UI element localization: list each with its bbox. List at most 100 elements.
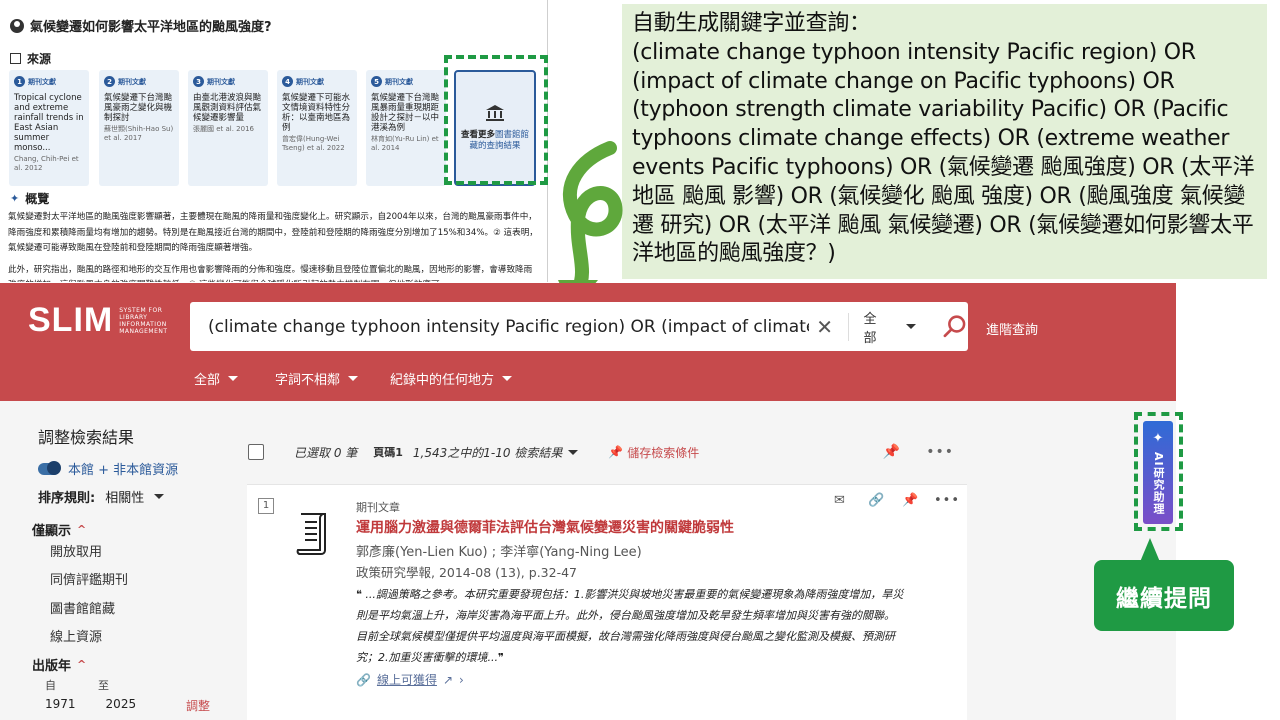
filter-label: 紀錄中的任何地方 [390, 373, 495, 388]
sources-heading-label: 來源 [27, 52, 52, 66]
result-title[interactable]: 運用腦力激盪與德爾菲法評估台灣氣候變遷災害的關鍵脆弱性 [356, 517, 734, 537]
search-input[interactable]: (climate change typhoon intensity Pacifi… [208, 317, 809, 337]
document-icon [10, 53, 21, 64]
source-author: 蘇世顥(Shih-Hao Su) et al. 2017 [104, 125, 174, 142]
source-tag: 5 期刊文獻 [371, 76, 441, 87]
source-card-4[interactable]: 4 期刊文獻 氣候變遷下可能水文情境資料特性分析：以臺南地區為例 曾宏偉(Hung… [277, 70, 357, 186]
external-link-icon: ↗ [442, 672, 454, 687]
source-tag: 1 期刊文獻 [14, 76, 84, 87]
divider [848, 312, 850, 341]
question-title: 氣候變遷如何影響太平洋地區的颱風強度? [10, 16, 272, 35]
save-search-button[interactable]: 📌 儲存檢索條件 [608, 444, 699, 461]
scope-value: 全部 [863, 311, 877, 346]
sort-value: 相關性 [105, 491, 145, 506]
pub-year-label: 出版年 [32, 659, 72, 674]
page-indicator: 頁碼1 [373, 446, 403, 459]
filter-label: 全部 [194, 373, 221, 388]
callout-pointer [1140, 538, 1160, 562]
pin-icon[interactable]: 📌 [883, 444, 900, 460]
facet-online-resources[interactable]: 線上資源 [50, 626, 102, 645]
right-margin [1176, 283, 1280, 720]
filter-label: 字詞不相鄰 [275, 373, 341, 388]
availability-link[interactable]: 🔗 線上可獲得 ↗ › [356, 671, 464, 688]
overview-paragraph: 此外，研究指出，颱風的路徑和地形的交互作用也會影響降雨的分佈和強度。慢速移動且登… [8, 264, 533, 283]
to-year-input[interactable]: 2025 [106, 697, 137, 711]
source-title: Tropical cyclone and extreme rainfall tr… [14, 93, 84, 153]
more-options-icon[interactable]: ••• [926, 444, 954, 460]
refine-heading: 調整檢索結果 [38, 428, 135, 447]
facet-library-holdings[interactable]: 圖書館館藏 [50, 598, 115, 617]
chevron-down-icon[interactable] [568, 449, 579, 455]
pin-icon[interactable]: 📌 [902, 493, 918, 508]
sort-control[interactable]: 排序規則: 相關性 [38, 487, 165, 506]
advanced-search-link[interactable]: 進階查詢 [986, 319, 1038, 338]
overview-body: 氣候變遷對太平洋地區的颱風強度影響顯著，主要體現在颱風的降雨量和強度變化上。研究… [8, 210, 538, 282]
source-tag-label: 期刊文獻 [296, 77, 324, 86]
pin-icon: 📌 [608, 445, 624, 459]
result-abstract: ❝ ...調過策略之參考。本研究重要發現包括：1.影響洪災與坡地災害最重要的氣候… [356, 588, 904, 664]
facet-open-access[interactable]: 開放取用 [50, 541, 102, 560]
source-author: 張麗國 et al. 2016 [193, 125, 255, 133]
pub-year-heading[interactable]: 出版年 ^ [32, 655, 86, 674]
availability-label: 線上可獲得 [376, 673, 437, 687]
source-card-3[interactable]: 3 期刊文獻 由臺北港波浪與颱風觀測資料評估氣候變遷影響量 張麗國 et al. … [188, 70, 268, 186]
source-title: 氣候變遷下可能水文情境資料特性分析：以臺南地區為例 [282, 93, 351, 133]
chevron-down-icon [154, 494, 165, 499]
result-number: 1 [258, 498, 274, 514]
from-year-input[interactable]: 1971 [45, 697, 76, 711]
to-label: 至 [98, 679, 109, 692]
source-card-2[interactable]: 2 期刊文獻 氣候變遷下台灣颱風豪雨之變化與機制探討 蘇世顥(Shih-Hao S… [99, 70, 179, 186]
chevron-down-icon [906, 324, 917, 329]
keyword-callout: 自動生成關鍵字並查詢： (climate change typhoon inte… [622, 4, 1267, 279]
chevron-down-icon [502, 376, 513, 381]
continue-asking-callout: 繼續提問 [1094, 560, 1234, 631]
source-tag: 4 期刊文獻 [282, 76, 352, 87]
source-tag-label: 期刊文獻 [207, 77, 235, 86]
year-values: 1971 2025 [45, 697, 136, 711]
source-card-1[interactable]: 1 期刊文獻 Tropical cyclone and extreme rainf… [9, 70, 89, 186]
result-type: 期刊文章 [356, 501, 400, 514]
chevron-right-icon: › [459, 672, 464, 687]
sparkle-icon: ✦ [10, 192, 20, 205]
callout-text: 自動生成關鍵字並查詢： (climate change typhoon inte… [632, 11, 1255, 267]
source-card-5[interactable]: 5 期刊文獻 氣候變遷下台灣颱風暴雨量重現期距設計之探討－以中港溪為例 林育如(Y… [366, 70, 446, 186]
chevron-up-icon: ^ [77, 523, 87, 536]
show-only-heading[interactable]: 僅顯示 ^ [32, 520, 86, 539]
results-toolbar: 已選取 0 筆 頁碼1 1,543之中的1-10 檢索結果 📌 儲存檢索條件 📌 … [248, 438, 968, 466]
source-tag-label: 期刊文獻 [118, 77, 146, 86]
result-source: 政策研究學報, 2014-08 (13), p.32-47 [356, 565, 577, 580]
adjust-year-button[interactable]: 調整 [186, 697, 210, 714]
slim-logo[interactable]: SLIM SYSTEM FOR LIBRARY INFORMATION MANA… [28, 301, 175, 340]
source-tag: 2 期刊文獻 [104, 76, 174, 87]
toggle-switch[interactable] [38, 460, 61, 475]
select-all-checkbox[interactable] [248, 444, 264, 460]
result-authors: 郭彥廉(Yen-Lien Kuo) ; 李洋寧(Yang-Ning Lee) [356, 545, 642, 560]
filter-resource-type[interactable]: 全部 [194, 369, 239, 388]
email-icon[interactable]: ✉ [834, 493, 845, 508]
show-only-label: 僅顯示 [32, 524, 72, 539]
source-author: Chang, Chih-Pei et al. 2012 [14, 155, 79, 172]
source-tag-label: 期刊文獻 [385, 77, 413, 86]
chevron-up-icon: ^ [77, 658, 87, 671]
filter-word-proximity[interactable]: 字詞不相鄰 [275, 369, 359, 388]
more-options-icon[interactable]: ••• [934, 493, 960, 508]
link-icon[interactable]: 🔗 [868, 493, 884, 508]
source-tag-label: 期刊文獻 [28, 77, 56, 86]
chevron-down-icon [348, 376, 359, 381]
from-label: 自 [45, 679, 56, 692]
search-bar: (climate change typhoon intensity Pacifi… [190, 302, 968, 351]
user-icon [10, 18, 24, 33]
resource-toggle[interactable]: 本館 + 非本館資源 [38, 459, 178, 478]
source-author: 林育如(Yu-Ru Lin) et al. 2014 [371, 135, 439, 152]
source-number: 1 [14, 76, 25, 87]
highlight-box-ai-tab [1134, 412, 1183, 531]
scope-dropdown[interactable]: 全部 [863, 308, 917, 346]
selected-count: 已選取 0 筆 [294, 445, 358, 460]
source-tag: 3 期刊文獻 [193, 76, 263, 87]
clear-icon[interactable]: ✕ [815, 315, 835, 339]
filter-record-field[interactable]: 紀錄中的任何地方 [390, 369, 513, 388]
search-icon[interactable] [942, 314, 968, 340]
facet-peer-reviewed[interactable]: 同儕評鑑期刊 [50, 569, 128, 588]
sources-heading: 來源 [10, 50, 51, 67]
sort-label: 排序規則: [38, 491, 96, 506]
